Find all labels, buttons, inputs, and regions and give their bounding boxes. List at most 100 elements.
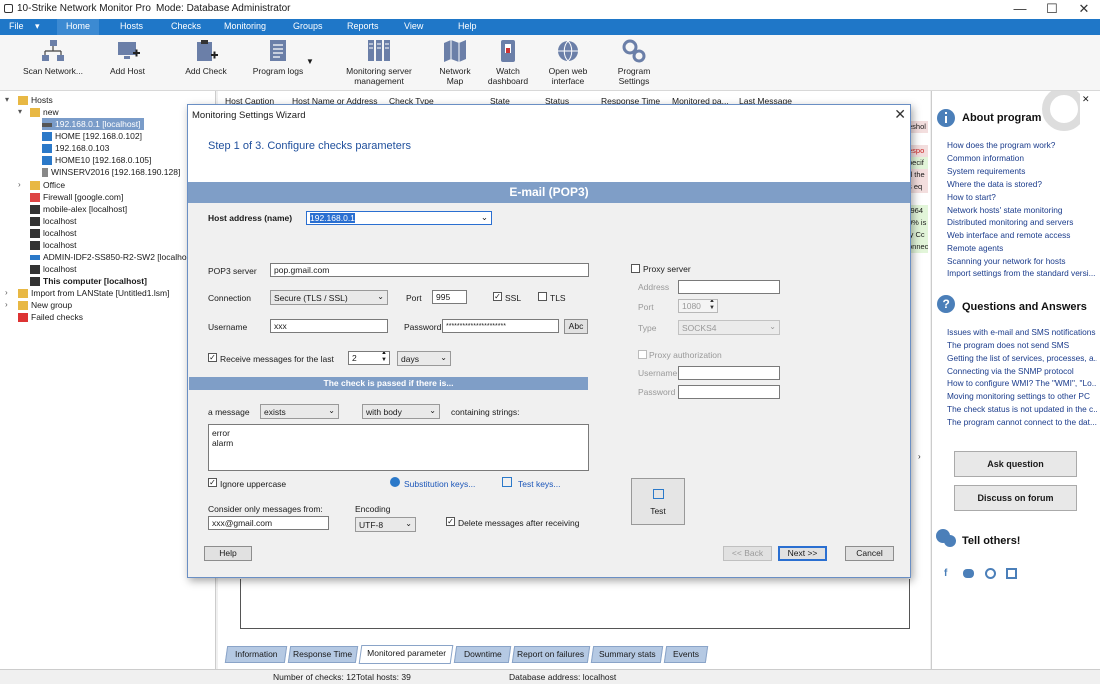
twitter-icon[interactable] (963, 569, 974, 578)
linkedin-icon[interactable] (1006, 568, 1017, 579)
stepper-arrows-icon[interactable]: ▲ ▼ (381, 352, 387, 364)
about-link[interactable]: Web interface and remote access (947, 230, 1097, 240)
program-logs-button[interactable]: Program logs (250, 39, 306, 76)
delete-messages-checkbox[interactable]: ✓ (446, 517, 455, 526)
expand-office-icon[interactable]: › (18, 180, 21, 189)
help-button[interactable]: Help (204, 546, 252, 561)
menu-groups[interactable]: Groups (293, 21, 323, 31)
show-password-button[interactable]: Abc (564, 319, 588, 334)
tree-node-localhost[interactable]: localhost (30, 239, 77, 251)
expand-hosts-icon[interactable]: ▾ (5, 95, 9, 104)
ssl-checkbox[interactable]: ✓ (493, 292, 502, 301)
tab-response-time[interactable]: Response Time (287, 646, 359, 663)
proxy-address-input[interactable] (678, 280, 780, 294)
about-link[interactable]: How does the program work? (947, 140, 1097, 150)
back-button[interactable]: << Back (723, 546, 772, 561)
about-link[interactable]: Distributed monitoring and servers (947, 217, 1097, 227)
about-link[interactable]: How to start? (947, 192, 1097, 202)
qa-link[interactable]: Issues with e-mail and SMS notifications (947, 327, 1097, 337)
close-window-button[interactable]: ✕ (1069, 0, 1099, 19)
about-link[interactable]: Remote agents (947, 243, 1097, 253)
cancel-button[interactable]: Cancel (845, 546, 894, 561)
about-link[interactable]: Network hosts' state monitoring (947, 205, 1097, 215)
tab-summary-stats[interactable]: Summary stats (590, 646, 664, 663)
expand-import-icon[interactable]: › (5, 288, 8, 297)
qa-link[interactable]: Moving monitoring settings to other PC (947, 391, 1097, 401)
password-input[interactable]: ********************** (442, 319, 559, 333)
qa-link[interactable]: Connecting via the SNMP protocol (947, 366, 1097, 376)
minimize-button[interactable]: — (1005, 0, 1035, 19)
about-link[interactable]: Common information (947, 153, 1097, 163)
about-link[interactable]: Scanning your network for hosts (947, 256, 1097, 266)
test-button[interactable]: Test (631, 478, 685, 525)
about-link[interactable]: System requirements (947, 166, 1097, 176)
encoding-select[interactable]: UTF-8 ⌄ (355, 517, 416, 532)
proxy-auth-checkbox[interactable] (638, 350, 647, 359)
expand-new-icon[interactable]: ▾ (18, 107, 22, 116)
qa-link[interactable]: How to configure WMI? The "WMI", "Lo... (947, 378, 1097, 388)
menu-monitoring[interactable]: Monitoring (224, 21, 266, 31)
tree-node-home10[interactable]: HOME10 [192.168.0.105] (42, 154, 151, 166)
tab-events[interactable]: Events (663, 646, 709, 663)
tree-node-import[interactable]: Import from LANState [Untitled1.lsm] (18, 287, 169, 299)
tree-node-hosts[interactable]: Hosts (18, 94, 53, 106)
scan-network-button[interactable]: Scan Network... (22, 39, 84, 76)
proxy-type-select[interactable]: SOCKS4 ⌄ (678, 320, 780, 335)
tree-node-localhost[interactable]: localhost (30, 263, 77, 275)
menu-hosts[interactable]: Hosts (120, 21, 143, 31)
menu-view[interactable]: View (404, 21, 423, 31)
discuss-forum-button[interactable]: Discuss on forum (954, 485, 1077, 511)
proxy-username-input[interactable] (678, 366, 780, 380)
test-keys-link[interactable]: Test keys... (518, 479, 561, 489)
qa-link[interactable]: The program does not send SMS (947, 340, 1097, 350)
facebook-icon[interactable]: f (944, 568, 947, 579)
tree-node-office[interactable]: Office (30, 179, 65, 191)
tree-node-failed-checks[interactable]: Failed checks (18, 311, 83, 323)
quick-access-dropdown[interactable]: ▾ (35, 21, 40, 32)
watch-dashboard-button[interactable]: Watch dashboard (486, 39, 530, 86)
receive-unit-select[interactable]: days ⌄ (397, 351, 451, 366)
message-part-select[interactable]: with body ⌄ (362, 404, 440, 419)
proxy-port-stepper[interactable]: 1080 ▲ ▼ (678, 299, 718, 313)
tree-node-localhost-router[interactable]: 192.168.0.1 [localhost] (42, 118, 144, 130)
port-input[interactable]: 995 (432, 290, 467, 304)
tree-node-new-group[interactable]: New group (18, 299, 72, 311)
about-link[interactable]: Import settings from the standard versi.… (947, 268, 1097, 278)
tree-node-new[interactable]: new (30, 106, 59, 118)
dialog-close-button[interactable]: ✕ (894, 106, 906, 123)
tree-node-this-computer[interactable]: This computer [localhost] (30, 275, 147, 287)
program-settings-button[interactable]: Program Settings (611, 39, 657, 86)
pop3-server-input[interactable]: pop.gmail.com (270, 263, 589, 277)
network-map-button[interactable]: Network Map (436, 39, 474, 86)
proxy-password-input[interactable] (678, 385, 780, 399)
maximize-button[interactable]: ☐ (1037, 0, 1067, 19)
tree-node-firewall[interactable]: Firewall [google.com] (30, 191, 123, 203)
about-link[interactable]: Where the data is stored? (947, 179, 1097, 189)
tree-node-winserv[interactable]: WINSERV2016 [192.168.190.128] (42, 166, 180, 178)
add-check-button[interactable]: Add Check (182, 39, 230, 76)
tree-node-admin-switch[interactable]: ADMIN-IDF2-SS850-R2-SW2 [localhost] (30, 251, 196, 263)
receive-messages-checkbox[interactable]: ✓ (208, 353, 217, 362)
open-web-interface-button[interactable]: Open web interface (545, 39, 591, 86)
tab-monitored-parameter[interactable]: Monitored parameter (358, 645, 454, 664)
tab-downtime[interactable]: Downtime (453, 646, 512, 663)
sender-filter-input[interactable]: xxx@gmail.com (208, 516, 329, 530)
server-management-button[interactable]: Monitoring server management (340, 39, 418, 86)
menu-file[interactable]: File (9, 21, 24, 31)
ask-question-button[interactable]: Ask question (954, 451, 1077, 477)
qa-link[interactable]: The program cannot connect to the dat... (947, 417, 1097, 427)
proxy-server-checkbox[interactable] (631, 264, 640, 273)
tree-node-103[interactable]: 192.168.0.103 (42, 142, 109, 154)
username-input[interactable]: xxx (270, 319, 388, 333)
tls-checkbox[interactable] (538, 292, 547, 301)
tab-report-on-failures[interactable]: Report on failures (511, 646, 591, 663)
tree-node-home[interactable]: HOME [192.168.0.102] (42, 130, 142, 142)
next-button[interactable]: Next >> (778, 546, 827, 561)
tree-node-localhost[interactable]: localhost (30, 215, 77, 227)
qa-link[interactable]: The check status is not updated in the c… (947, 404, 1097, 414)
scroll-right-icon[interactable]: › (918, 452, 921, 461)
tree-node-localhost[interactable]: localhost (30, 227, 77, 239)
tree-node-mobile-alex[interactable]: mobile-alex [localhost] (30, 203, 127, 215)
tab-information[interactable]: Information (224, 646, 288, 663)
menu-home[interactable]: Home (66, 21, 90, 31)
